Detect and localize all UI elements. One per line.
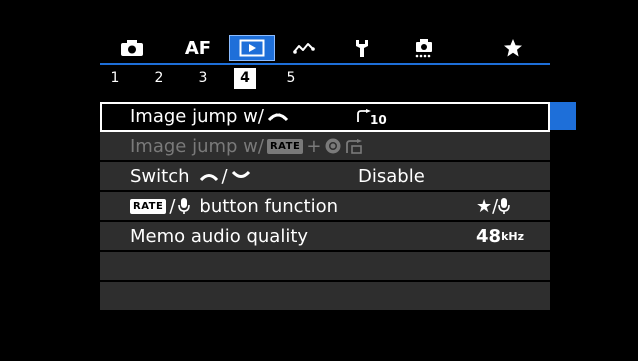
empty-row xyxy=(100,252,550,282)
sub-dial-icon xyxy=(231,170,250,178)
menu-item-label: Image jump w/ xyxy=(130,105,264,127)
menu-item-label: Memo audio quality xyxy=(130,225,309,247)
playback-tab-icon[interactable] xyxy=(229,35,275,61)
tab-underline xyxy=(100,63,550,65)
camera-tab-icon[interactable] xyxy=(114,36,150,60)
jump-count: 10 xyxy=(370,113,387,127)
my-menu-star-tab-icon[interactable] xyxy=(498,36,528,60)
menu-item-label: button function xyxy=(199,195,339,217)
menu-item-label: Image jump w/ xyxy=(130,135,264,157)
menu-item-image-jump-dial[interactable]: Image jump w/ 10 xyxy=(100,102,576,132)
menu-item-label: Switch xyxy=(130,165,190,187)
main-dial-icon xyxy=(199,174,218,182)
custom-functions-tab-icon[interactable] xyxy=(404,36,444,60)
menu-item-unit: kHz xyxy=(501,229,524,243)
microphone-icon xyxy=(498,198,511,214)
custom-wave-tab-icon[interactable] xyxy=(286,36,322,60)
empty-row xyxy=(100,282,550,312)
page-3[interactable]: 3 xyxy=(192,68,214,89)
menu-item-image-jump-rating[interactable]: Image jump w/ RATE + xyxy=(100,132,550,162)
rate-icon: RATE xyxy=(266,138,304,154)
main-dial-icon xyxy=(267,113,289,122)
microphone-icon xyxy=(178,198,191,214)
menu-item-value: 48 xyxy=(476,225,502,247)
menu-item-rate-button-function[interactable]: RATE / button function ★/ xyxy=(100,192,550,222)
menu-item-memo-audio-quality[interactable]: Memo audio quality 48 kHz xyxy=(100,222,550,252)
page-1[interactable]: 1 xyxy=(104,68,126,89)
menu-item-switch-dials[interactable]: Switch / Disable xyxy=(100,162,550,192)
wrench-tab-icon[interactable] xyxy=(344,36,380,60)
menu-item-value: ★/ xyxy=(476,195,499,217)
separator: / xyxy=(169,195,176,217)
menu-tab-bar: AF xyxy=(100,30,550,66)
menu-screen: AF 1 2 3 4 5 Image jump w/ 10 Image jump… xyxy=(100,30,576,330)
page-indicator: 1 2 3 4 5 xyxy=(100,66,550,90)
plus-sign: + xyxy=(306,135,322,157)
menu-item-value: Disable xyxy=(358,165,425,187)
jump-images-icon xyxy=(346,139,363,154)
page-2[interactable]: 2 xyxy=(148,68,170,89)
page-5[interactable]: 5 xyxy=(280,68,302,89)
page-4[interactable]: 4 xyxy=(234,68,256,89)
separator: / xyxy=(221,165,228,187)
rate-icon: RATE xyxy=(130,198,167,214)
menu-list: Image jump w/ 10 Image jump w/ RATE + Sw… xyxy=(100,102,576,312)
quick-control-dial-icon xyxy=(325,138,341,154)
af-tab[interactable]: AF xyxy=(180,36,216,60)
